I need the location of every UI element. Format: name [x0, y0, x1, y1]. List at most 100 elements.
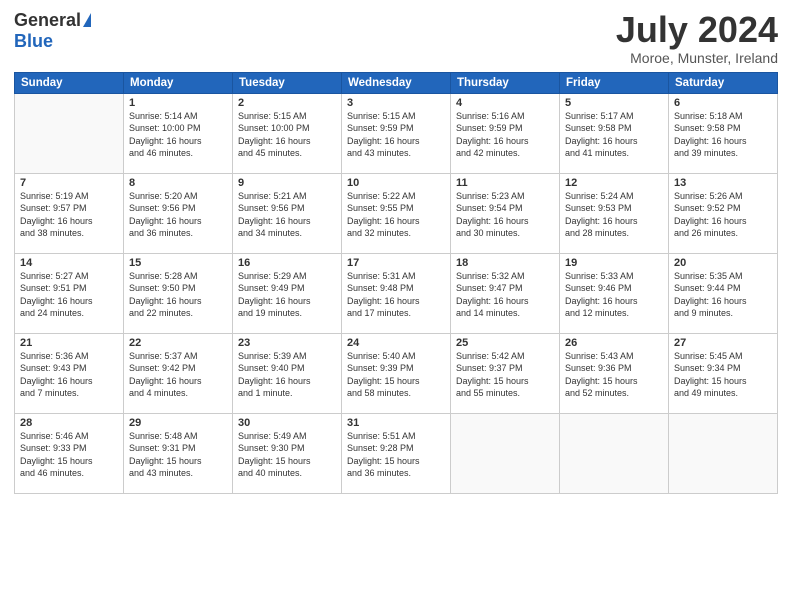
day-info: Sunrise: 5:36 AM Sunset: 9:43 PM Dayligh… [20, 350, 118, 400]
header-row: SundayMondayTuesdayWednesdayThursdayFrid… [15, 72, 778, 93]
day-info: Sunrise: 5:16 AM Sunset: 9:59 PM Dayligh… [456, 110, 554, 160]
calendar-week-row: 28Sunrise: 5:46 AM Sunset: 9:33 PM Dayli… [15, 413, 778, 493]
day-info: Sunrise: 5:42 AM Sunset: 9:37 PM Dayligh… [456, 350, 554, 400]
day-number: 29 [129, 417, 227, 429]
day-number: 24 [347, 337, 445, 349]
day-info: Sunrise: 5:27 AM Sunset: 9:51 PM Dayligh… [20, 270, 118, 320]
day-info: Sunrise: 5:18 AM Sunset: 9:58 PM Dayligh… [674, 110, 772, 160]
location: Moroe, Munster, Ireland [616, 50, 778, 66]
day-number: 4 [456, 97, 554, 109]
calendar-cell: 25Sunrise: 5:42 AM Sunset: 9:37 PM Dayli… [451, 333, 560, 413]
month-title: July 2024 [616, 10, 778, 50]
day-info: Sunrise: 5:35 AM Sunset: 9:44 PM Dayligh… [674, 270, 772, 320]
day-info: Sunrise: 5:51 AM Sunset: 9:28 PM Dayligh… [347, 430, 445, 480]
calendar-cell [669, 413, 778, 493]
weekday-header: Thursday [451, 72, 560, 93]
day-number: 5 [565, 97, 663, 109]
calendar-cell: 10Sunrise: 5:22 AM Sunset: 9:55 PM Dayli… [342, 173, 451, 253]
calendar-cell [560, 413, 669, 493]
day-number: 1 [129, 97, 227, 109]
calendar-table: SundayMondayTuesdayWednesdayThursdayFrid… [14, 72, 778, 494]
logo: General Blue [14, 10, 91, 52]
day-number: 15 [129, 257, 227, 269]
day-info: Sunrise: 5:17 AM Sunset: 9:58 PM Dayligh… [565, 110, 663, 160]
calendar-cell: 1Sunrise: 5:14 AM Sunset: 10:00 PM Dayli… [124, 93, 233, 173]
day-number: 12 [565, 177, 663, 189]
day-number: 20 [674, 257, 772, 269]
calendar-cell: 20Sunrise: 5:35 AM Sunset: 9:44 PM Dayli… [669, 253, 778, 333]
calendar-cell: 3Sunrise: 5:15 AM Sunset: 9:59 PM Daylig… [342, 93, 451, 173]
day-info: Sunrise: 5:24 AM Sunset: 9:53 PM Dayligh… [565, 190, 663, 240]
day-info: Sunrise: 5:15 AM Sunset: 10:00 PM Daylig… [238, 110, 336, 160]
calendar-cell: 26Sunrise: 5:43 AM Sunset: 9:36 PM Dayli… [560, 333, 669, 413]
day-info: Sunrise: 5:22 AM Sunset: 9:55 PM Dayligh… [347, 190, 445, 240]
calendar-cell: 8Sunrise: 5:20 AM Sunset: 9:56 PM Daylig… [124, 173, 233, 253]
day-number: 31 [347, 417, 445, 429]
day-number: 21 [20, 337, 118, 349]
weekday-header: Saturday [669, 72, 778, 93]
calendar-cell: 29Sunrise: 5:48 AM Sunset: 9:31 PM Dayli… [124, 413, 233, 493]
day-info: Sunrise: 5:49 AM Sunset: 9:30 PM Dayligh… [238, 430, 336, 480]
calendar-cell: 21Sunrise: 5:36 AM Sunset: 9:43 PM Dayli… [15, 333, 124, 413]
day-number: 6 [674, 97, 772, 109]
calendar-cell: 18Sunrise: 5:32 AM Sunset: 9:47 PM Dayli… [451, 253, 560, 333]
day-number: 18 [456, 257, 554, 269]
calendar-cell: 23Sunrise: 5:39 AM Sunset: 9:40 PM Dayli… [233, 333, 342, 413]
calendar-week-row: 7Sunrise: 5:19 AM Sunset: 9:57 PM Daylig… [15, 173, 778, 253]
calendar-cell [15, 93, 124, 173]
day-number: 25 [456, 337, 554, 349]
day-info: Sunrise: 5:46 AM Sunset: 9:33 PM Dayligh… [20, 430, 118, 480]
calendar-cell: 5Sunrise: 5:17 AM Sunset: 9:58 PM Daylig… [560, 93, 669, 173]
day-info: Sunrise: 5:28 AM Sunset: 9:50 PM Dayligh… [129, 270, 227, 320]
calendar-cell: 11Sunrise: 5:23 AM Sunset: 9:54 PM Dayli… [451, 173, 560, 253]
day-number: 28 [20, 417, 118, 429]
day-info: Sunrise: 5:43 AM Sunset: 9:36 PM Dayligh… [565, 350, 663, 400]
header: General Blue July 2024 Moroe, Munster, I… [14, 10, 778, 66]
day-info: Sunrise: 5:37 AM Sunset: 9:42 PM Dayligh… [129, 350, 227, 400]
weekday-header: Wednesday [342, 72, 451, 93]
calendar-cell: 28Sunrise: 5:46 AM Sunset: 9:33 PM Dayli… [15, 413, 124, 493]
logo-general-text: General [14, 10, 81, 31]
calendar-cell: 12Sunrise: 5:24 AM Sunset: 9:53 PM Dayli… [560, 173, 669, 253]
day-number: 27 [674, 337, 772, 349]
weekday-header: Monday [124, 72, 233, 93]
weekday-header: Sunday [15, 72, 124, 93]
calendar-cell: 4Sunrise: 5:16 AM Sunset: 9:59 PM Daylig… [451, 93, 560, 173]
day-info: Sunrise: 5:26 AM Sunset: 9:52 PM Dayligh… [674, 190, 772, 240]
calendar-cell: 27Sunrise: 5:45 AM Sunset: 9:34 PM Dayli… [669, 333, 778, 413]
calendar-cell: 7Sunrise: 5:19 AM Sunset: 9:57 PM Daylig… [15, 173, 124, 253]
day-number: 2 [238, 97, 336, 109]
day-info: Sunrise: 5:29 AM Sunset: 9:49 PM Dayligh… [238, 270, 336, 320]
calendar-cell: 17Sunrise: 5:31 AM Sunset: 9:48 PM Dayli… [342, 253, 451, 333]
day-info: Sunrise: 5:40 AM Sunset: 9:39 PM Dayligh… [347, 350, 445, 400]
day-number: 3 [347, 97, 445, 109]
day-number: 26 [565, 337, 663, 349]
day-info: Sunrise: 5:19 AM Sunset: 9:57 PM Dayligh… [20, 190, 118, 240]
calendar-cell: 16Sunrise: 5:29 AM Sunset: 9:49 PM Dayli… [233, 253, 342, 333]
day-info: Sunrise: 5:15 AM Sunset: 9:59 PM Dayligh… [347, 110, 445, 160]
day-info: Sunrise: 5:21 AM Sunset: 9:56 PM Dayligh… [238, 190, 336, 240]
day-info: Sunrise: 5:23 AM Sunset: 9:54 PM Dayligh… [456, 190, 554, 240]
weekday-header: Tuesday [233, 72, 342, 93]
day-info: Sunrise: 5:14 AM Sunset: 10:00 PM Daylig… [129, 110, 227, 160]
day-number: 23 [238, 337, 336, 349]
logo-triangle-icon [83, 13, 91, 27]
day-info: Sunrise: 5:33 AM Sunset: 9:46 PM Dayligh… [565, 270, 663, 320]
calendar-cell: 19Sunrise: 5:33 AM Sunset: 9:46 PM Dayli… [560, 253, 669, 333]
day-info: Sunrise: 5:39 AM Sunset: 9:40 PM Dayligh… [238, 350, 336, 400]
calendar-cell: 2Sunrise: 5:15 AM Sunset: 10:00 PM Dayli… [233, 93, 342, 173]
day-number: 7 [20, 177, 118, 189]
calendar-cell: 31Sunrise: 5:51 AM Sunset: 9:28 PM Dayli… [342, 413, 451, 493]
day-info: Sunrise: 5:45 AM Sunset: 9:34 PM Dayligh… [674, 350, 772, 400]
day-number: 10 [347, 177, 445, 189]
calendar-cell: 14Sunrise: 5:27 AM Sunset: 9:51 PM Dayli… [15, 253, 124, 333]
day-number: 14 [20, 257, 118, 269]
day-info: Sunrise: 5:48 AM Sunset: 9:31 PM Dayligh… [129, 430, 227, 480]
day-info: Sunrise: 5:20 AM Sunset: 9:56 PM Dayligh… [129, 190, 227, 240]
day-number: 30 [238, 417, 336, 429]
calendar-cell: 22Sunrise: 5:37 AM Sunset: 9:42 PM Dayli… [124, 333, 233, 413]
calendar-week-row: 14Sunrise: 5:27 AM Sunset: 9:51 PM Dayli… [15, 253, 778, 333]
calendar-cell [451, 413, 560, 493]
logo-blue-text: Blue [14, 31, 53, 52]
day-number: 9 [238, 177, 336, 189]
